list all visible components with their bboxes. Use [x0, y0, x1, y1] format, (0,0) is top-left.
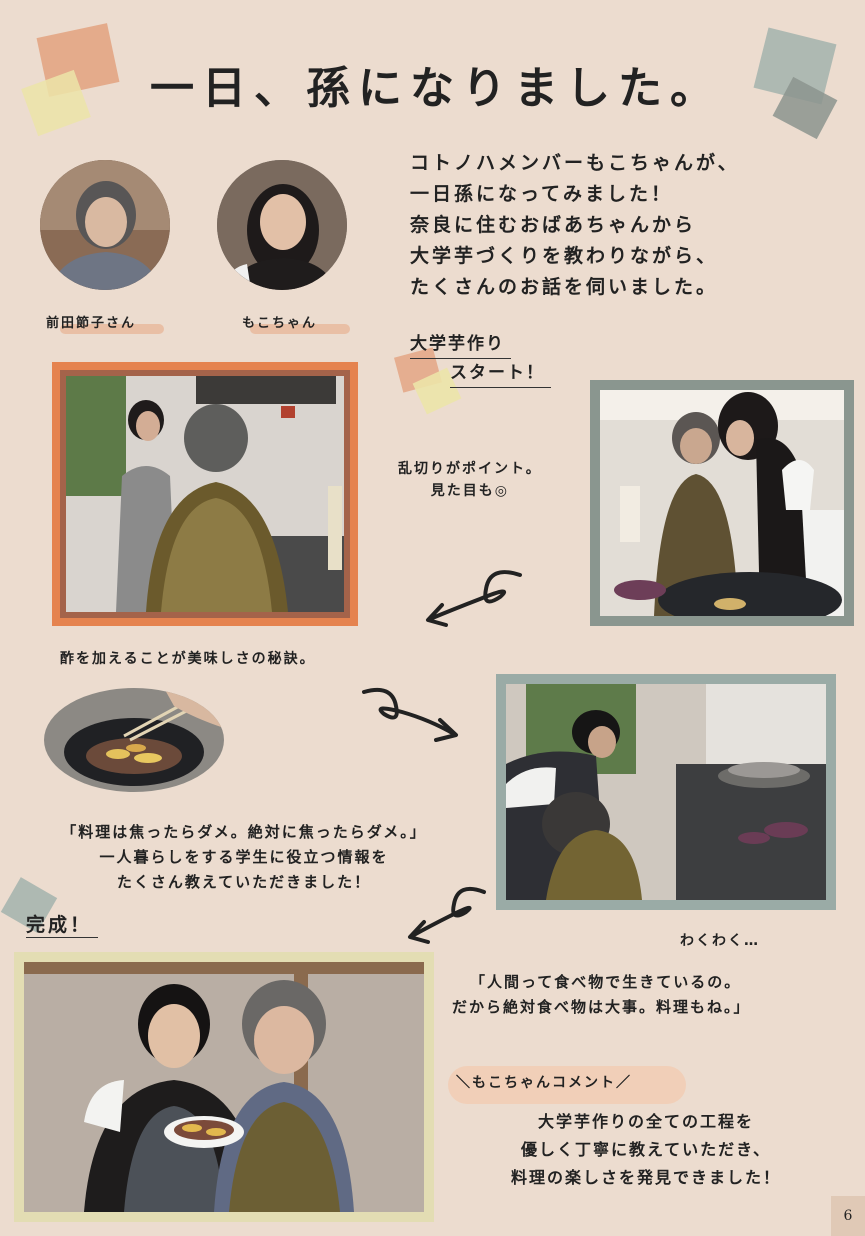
comment-heading: ＼もこちゃんコメント／	[456, 1075, 632, 1091]
section-start-line-2: スタート！	[450, 359, 551, 388]
complete-heading: 完成！	[26, 910, 99, 938]
photo-complete-frame	[14, 952, 434, 1222]
complete-photo	[24, 962, 424, 1212]
note-cut-line-1: 乱切りがポイント。	[398, 461, 542, 477]
curly-arrow-1	[426, 570, 522, 627]
pan-photo	[44, 688, 224, 792]
quote-grandma-advice: 「料理は焦ったらダメ。絶対に焦ったらダメ。」 一人暮らしをする学生に役立つ情報を…	[24, 820, 464, 895]
page-number: 6	[831, 1196, 865, 1236]
avatar-moko	[217, 160, 347, 290]
photo-pan-oval	[44, 688, 224, 792]
magazine-page: 一日、孫になりました。 前田節子さん もこちゃん コトノハメンバーもこちゃんが、…	[0, 0, 865, 1236]
quote2-line-1: 「人間って食べ物で生きているの。	[470, 973, 742, 991]
note-vinegar: 酢を加えることが美味しさの秘訣。	[60, 651, 316, 667]
section-start-heading: 大学芋作り スタート！	[410, 330, 551, 388]
comment-text: 大学芋作りの全ての工程を 優しく丁寧に教えていただき、 料理の楽しさを発見できま…	[466, 1108, 826, 1192]
note-cut-line-2: 見た目も◎	[430, 483, 509, 499]
intro-text: コトノハメンバーもこちゃんが、 一日孫になってみました！ 奈良に住むおばあちゃん…	[410, 148, 740, 303]
caption-grandma: 前田節子さん	[46, 316, 137, 331]
comment-line-2: 優しく丁寧に教えていただき、	[520, 1140, 772, 1159]
kitchen-photo	[66, 376, 344, 612]
avatar-grandma	[40, 160, 170, 290]
photo-kitchen-frame	[52, 362, 358, 626]
moko-photo	[217, 160, 347, 290]
intro-line-3: 奈良に住むおばあちゃんから	[410, 214, 697, 236]
section-start-line-1: 大学芋作り	[410, 330, 511, 359]
cooking-photo	[600, 390, 844, 616]
quote1-line-1: 「料理は焦ったらダメ。絶対に焦ったらダメ。」	[61, 823, 427, 841]
page-title: 一日、孫になりました。	[150, 63, 722, 114]
photo-stove-frame	[496, 674, 836, 910]
quote-grandma-food: 「人間って食べ物で生きているの。 だから絶対食べ物は大事。料理もね。」	[444, 970, 864, 1020]
quote1-line-2: 一人暮らしをする学生に役立つ情報を	[99, 848, 389, 866]
stove-photo	[506, 684, 826, 900]
quote1-line-3: たくさん教えていただきました！	[116, 873, 372, 891]
intro-line-1: コトノハメンバーもこちゃんが、	[410, 152, 740, 174]
intro-line-2: 一日孫になってみました！	[410, 183, 674, 205]
comment-line-1: 大学芋作りの全ての工程を	[537, 1112, 754, 1131]
caption-moko: もこちゃん	[242, 316, 318, 331]
intro-line-4: 大学芋づくりを教わりながら、	[410, 245, 719, 267]
intro-line-5: たくさんのお話を伺いました。	[410, 276, 719, 298]
photo-cooking-frame	[590, 380, 854, 626]
grandma-photo	[40, 160, 170, 290]
note-wakuwaku: わくわく…	[680, 933, 760, 949]
note-cut: 乱切りがポイント。 見た目も◎	[398, 458, 542, 502]
curly-arrow-3	[408, 887, 486, 944]
curly-arrow-2	[362, 687, 458, 742]
quote2-line-2: だから絶対食べ物は大事。料理もね。」	[452, 998, 751, 1016]
comment-line-3: 料理の楽しさを発見できました！	[510, 1168, 781, 1187]
